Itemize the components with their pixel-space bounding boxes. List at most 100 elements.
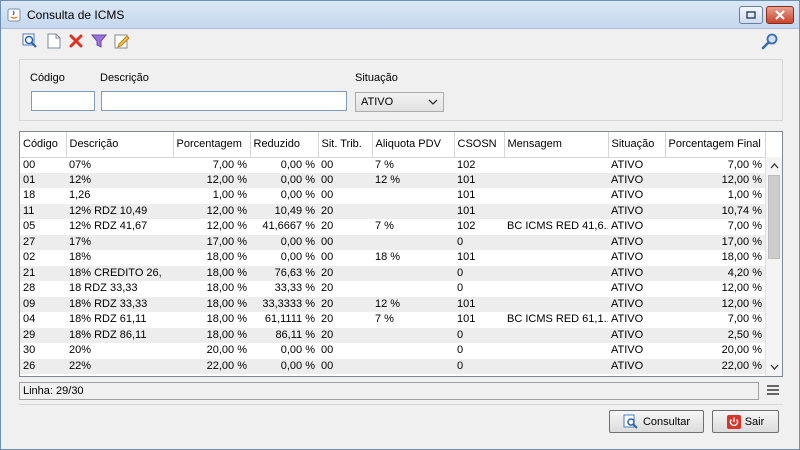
status-bar: Linha: 29/30	[19, 382, 759, 400]
column-header-mensagem[interactable]: Mensagem	[504, 132, 609, 158]
delete-icon[interactable]	[67, 32, 85, 50]
table-cell: 12 %	[372, 172, 454, 188]
table-cell: 0,00 %	[280, 158, 315, 171]
scrollbar-thumb[interactable]	[768, 175, 780, 259]
restore-icon	[746, 11, 756, 19]
table-row[interactable]: 30 20% 20,00 % 0,00 % 00 0 ATIVO 20,00 %	[20, 343, 765, 359]
table-cell: 0,00 %	[280, 344, 315, 357]
table-cell: 20%	[69, 344, 92, 357]
table-cell	[372, 188, 454, 204]
table-cell: 20	[321, 313, 334, 326]
column-header-reduzido[interactable]: Reduzido	[250, 132, 319, 158]
chevron-down-icon	[428, 99, 438, 105]
table-cell: 18% CREDITO 26,	[66, 265, 173, 281]
scroll-up-icon[interactable]	[769, 161, 780, 171]
table-row[interactable]: 27 17% 17,00 % 0,00 % 00 0 ATIVO 17,00 %	[20, 234, 765, 250]
column-header-porcentagem[interactable]: Porcentagem	[173, 132, 251, 158]
column-header-situacao[interactable]: Situação	[608, 132, 666, 158]
table-cell: 20	[318, 265, 372, 281]
table-cell: 7,00 %	[727, 220, 762, 233]
table-cell: 18% RDZ 61,11	[69, 313, 147, 326]
table-cell: 12 %	[372, 296, 454, 312]
table-cell: 0,00 %	[250, 358, 318, 374]
table-row[interactable]: 05 12% RDZ 41,67 12,00 % 41,6667 % 20 7 % 102 B…	[20, 219, 765, 235]
table-cell: ATIVO	[608, 172, 665, 188]
edit-icon[interactable]	[113, 32, 131, 50]
table-cell: ATIVO	[608, 234, 665, 250]
table-row[interactable]: 29 18% RDZ 86,11 18,00 % 86,11 % 20 0 ATIVO 2,5…	[20, 327, 765, 343]
menu-icon[interactable]	[767, 384, 779, 396]
zoom-search-icon[interactable]	[21, 32, 39, 50]
column-header-porcentagem-final[interactable]: Porcentagem Final	[665, 132, 766, 158]
filter-icon[interactable]	[90, 32, 108, 50]
scroll-down-icon[interactable]	[769, 362, 780, 372]
table-cell: ATIVO	[611, 220, 644, 233]
table-cell	[504, 172, 608, 188]
column-header-csosn[interactable]: CSOSN	[454, 132, 505, 158]
table-cell: 33,3333 %	[250, 296, 318, 312]
table-cell: 29	[20, 327, 66, 343]
table-cell: 04	[23, 313, 36, 326]
table-cell: 61,1111 %	[264, 313, 315, 326]
column-header-codigo[interactable]: Código	[20, 132, 67, 158]
new-document-icon[interactable]	[45, 32, 63, 50]
table-cell: 05	[23, 220, 36, 233]
table-row[interactable]: 02 18% 18,00 % 0,00 % 00 18 % 101 ATIVO 18,00 %	[20, 250, 765, 266]
table-cell: 17%	[66, 234, 173, 250]
table-row[interactable]: 09 18% RDZ 33,33 18,00 % 33,3333 % 20 12 % 101…	[20, 296, 765, 312]
table-row[interactable]: 04 18% RDZ 61,11 18,00 % 61,1111 % 20 7 % 101 B…	[20, 312, 765, 328]
table-cell: ATIVO	[608, 265, 665, 281]
table-cell: ATIVO	[611, 251, 644, 264]
close-button[interactable]	[766, 6, 794, 24]
codigo-field[interactable]	[31, 91, 95, 111]
descricao-label: Descrição	[100, 72, 149, 84]
table-cell: 22,00 %	[665, 358, 765, 374]
table-row[interactable]: 26 22% 22,00 % 0,00 % 00 0 ATIVO 22,00 %	[20, 358, 765, 374]
table-cell: ATIVO	[611, 344, 644, 357]
table-cell: 18% RDZ 86,11	[66, 327, 173, 343]
table-cell	[504, 281, 608, 297]
table-row[interactable]: 28 18 RDZ 33,33 18,00 % 33,33 % 20 0 ATIVO 12,0…	[20, 281, 765, 297]
filter-panel: Código Descrição Situação ATIVO	[19, 59, 783, 121]
table-cell	[372, 281, 454, 297]
table-row[interactable]: 18 1,26 1,00 % 0,00 % 00 101 ATIVO 1,00 %	[20, 188, 765, 204]
sair-button[interactable]: Sair	[712, 410, 779, 433]
codigo-label: Código	[30, 72, 65, 84]
table-row[interactable]: 11 12% RDZ 10,49 12,00 % 10,49 % 20 101 ATIVO 1…	[20, 203, 765, 219]
table-cell	[504, 188, 608, 204]
java-app-icon	[7, 8, 21, 22]
table-cell	[372, 327, 454, 343]
table-cell: 0,00 %	[280, 189, 315, 202]
column-header-descricao[interactable]: Descrição	[66, 132, 174, 158]
table-cell: 12,00 %	[173, 203, 250, 219]
table-row[interactable]: 21 18% CREDITO 26, 18,00 % 76,63 % 20 0 ATIVO 4…	[20, 265, 765, 281]
table-cell: 18% RDZ 33,33	[66, 296, 173, 312]
power-icon	[726, 414, 741, 429]
table-row[interactable]: 01 12% 12,00 % 0,00 % 00 12 % 101 ATIVO 12,00 %	[20, 172, 765, 188]
table-cell: 76,63 %	[250, 265, 318, 281]
column-header-sit-trib[interactable]: Sit. Trib.	[318, 132, 373, 158]
table-cell: 09	[20, 296, 66, 312]
table-cell: 101	[454, 203, 504, 219]
table-row[interactable]: 00 07% 7,00 % 0,00 % 00 7 % 102 ATIVO 7,00 %	[20, 157, 765, 173]
column-header-aliquota-pdv[interactable]: Aliquota PDV	[372, 132, 455, 158]
table-cell: 101	[457, 189, 476, 202]
table-cell: 102	[457, 220, 476, 233]
table-cell: 1,00 %	[727, 189, 762, 202]
consultar-button[interactable]: Consultar	[609, 410, 704, 433]
sair-label: Sair	[744, 415, 765, 428]
table-cell	[372, 265, 454, 281]
table-cell: 2,50 %	[665, 327, 765, 343]
magnifier-icon[interactable]	[761, 32, 779, 50]
table-cell	[504, 343, 608, 359]
table-cell: 12% RDZ 41,67	[69, 220, 148, 233]
vertical-scrollbar[interactable]	[765, 157, 782, 376]
table-cell: 27	[20, 234, 66, 250]
descricao-field[interactable]	[101, 91, 347, 111]
table-cell: 00	[318, 358, 372, 374]
action-bar: Consultar Sair	[19, 404, 783, 438]
situacao-select[interactable]: ATIVO	[355, 92, 444, 112]
table-cell	[504, 265, 608, 281]
table-cell: 0	[454, 327, 504, 343]
restore-button[interactable]	[739, 6, 763, 24]
